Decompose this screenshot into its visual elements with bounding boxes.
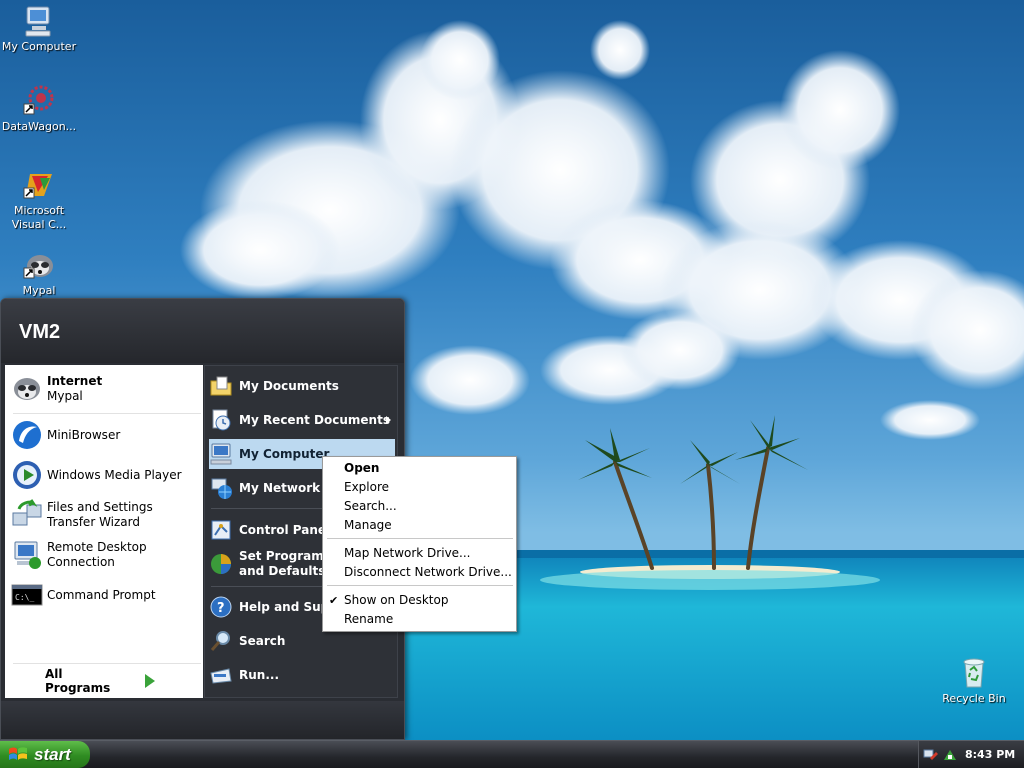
recent-item-media-player[interactable]: Windows Media Player xyxy=(11,459,201,491)
place-recent-documents[interactable]: My Recent Documents xyxy=(209,405,395,435)
network-places-icon xyxy=(209,476,233,500)
place-label: Run... xyxy=(239,667,280,682)
desktop-icon-my-computer[interactable]: My Computer xyxy=(0,4,81,54)
windows-flag-icon xyxy=(8,746,28,764)
place-label: My Recent Documents xyxy=(239,412,390,427)
context-item-show-on-desktop[interactable]: Show on Desktop xyxy=(344,591,514,610)
desktop-icon-label: DataWagon... xyxy=(1,120,77,133)
recent-item-label: Remote Desktop Connection xyxy=(47,540,147,569)
recent-item-transfer-wizard[interactable]: Files and Settings Transfer Wizard xyxy=(11,499,201,531)
place-my-documents[interactable]: My Documents xyxy=(209,371,395,401)
context-menu: Open Explore Search... Manage Map Networ… xyxy=(322,456,517,632)
start-menu-footer xyxy=(1,701,404,739)
recent-item-label: Command Prompt xyxy=(47,587,156,602)
transfer-wizard-icon xyxy=(11,499,43,531)
context-item-manage[interactable]: Manage xyxy=(344,516,514,535)
pinned-item-title: Internet xyxy=(47,374,103,388)
recycle-bin-icon xyxy=(957,656,991,690)
safely-remove-tray-icon[interactable] xyxy=(941,746,959,764)
computer-icon xyxy=(22,4,56,38)
separator xyxy=(13,663,201,664)
desktop-icon-label: Mypal xyxy=(22,284,56,297)
desktop-icon-label: My Computer xyxy=(1,40,77,53)
context-item-open[interactable]: Open xyxy=(344,459,514,478)
remote-desktop-icon xyxy=(11,539,43,571)
command-prompt-icon: C:\_ xyxy=(11,579,43,611)
desktop-icon-datawagon[interactable]: DataWagon... xyxy=(0,84,81,134)
recent-item-label: Files and Settings Transfer Wizard xyxy=(47,500,153,529)
taskbar: start 8:43 PM xyxy=(0,740,1024,768)
system-tray: 8:43 PM xyxy=(918,741,1024,768)
svg-text:?: ? xyxy=(217,601,225,616)
desktop-icon-label: Microsoft Visual C... xyxy=(11,204,67,231)
recent-item-remote-desktop[interactable]: Remote Desktop Connection xyxy=(11,539,201,571)
control-panel-icon xyxy=(209,518,233,542)
place-run[interactable]: Run... xyxy=(209,660,395,690)
recent-item-label: MiniBrowser xyxy=(47,427,121,442)
run-icon xyxy=(209,663,233,687)
context-item-rename[interactable]: Rename xyxy=(344,610,514,629)
desktop-icon-recycle-bin[interactable]: Recycle Bin xyxy=(932,656,1016,706)
minibrowser-icon xyxy=(11,419,43,451)
svg-text:C:\_: C:\_ xyxy=(15,593,34,602)
computer-icon xyxy=(209,442,233,466)
mypal-icon xyxy=(22,248,56,282)
recent-item-command-prompt[interactable]: C:\_ Command Prompt xyxy=(11,579,201,611)
mypal-icon xyxy=(11,373,43,405)
context-item-disconnect-network-drive[interactable]: Disconnect Network Drive... xyxy=(344,563,514,582)
place-label: Search xyxy=(239,633,286,648)
network-tray-icon[interactable] xyxy=(923,746,941,764)
separator xyxy=(327,585,513,586)
submenu-arrow-icon xyxy=(386,416,391,424)
place-label: My Computer xyxy=(239,446,330,461)
search-icon xyxy=(209,629,233,653)
place-label: Control Panel xyxy=(239,522,331,537)
separator xyxy=(327,538,513,539)
my-documents-icon xyxy=(209,374,233,398)
start-menu-programs: Internet Mypal MiniBrowser Windows Media… xyxy=(5,365,203,698)
recent-item-label: Windows Media Player xyxy=(47,467,182,482)
start-menu-header: VM2 xyxy=(1,299,404,363)
clock[interactable]: 8:43 PM xyxy=(965,748,1015,761)
separator xyxy=(13,413,201,414)
context-item-search[interactable]: Search... xyxy=(344,497,514,516)
place-label: My Documents xyxy=(239,378,339,393)
program-access-icon xyxy=(209,552,233,576)
pinned-item-subtitle: Mypal xyxy=(47,389,83,403)
visual-c-icon xyxy=(22,168,56,202)
recent-item-minibrowser[interactable]: MiniBrowser xyxy=(11,419,201,451)
datawagon-icon xyxy=(22,84,56,118)
media-player-icon xyxy=(11,459,43,491)
desktop-icon-mypal[interactable]: Mypal xyxy=(0,248,81,298)
context-item-map-network-drive[interactable]: Map Network Drive... xyxy=(344,544,514,563)
all-programs-button[interactable]: All Programs xyxy=(45,667,155,695)
desktop-icon-label: Recycle Bin xyxy=(942,692,1006,705)
user-name: VM2 xyxy=(19,321,61,343)
help-icon: ? xyxy=(209,595,233,619)
desktop-icon-visual-c[interactable]: Microsoft Visual C... xyxy=(0,168,81,232)
all-programs-label: All Programs xyxy=(45,667,111,695)
arrow-right-icon xyxy=(145,674,155,688)
recent-documents-icon xyxy=(209,408,233,432)
start-label: start xyxy=(34,744,71,764)
start-button[interactable]: start xyxy=(0,741,90,768)
context-item-explore[interactable]: Explore xyxy=(344,478,514,497)
pinned-item-internet[interactable]: Internet Mypal xyxy=(11,373,201,405)
checkmark-icon: ✔ xyxy=(329,594,339,607)
